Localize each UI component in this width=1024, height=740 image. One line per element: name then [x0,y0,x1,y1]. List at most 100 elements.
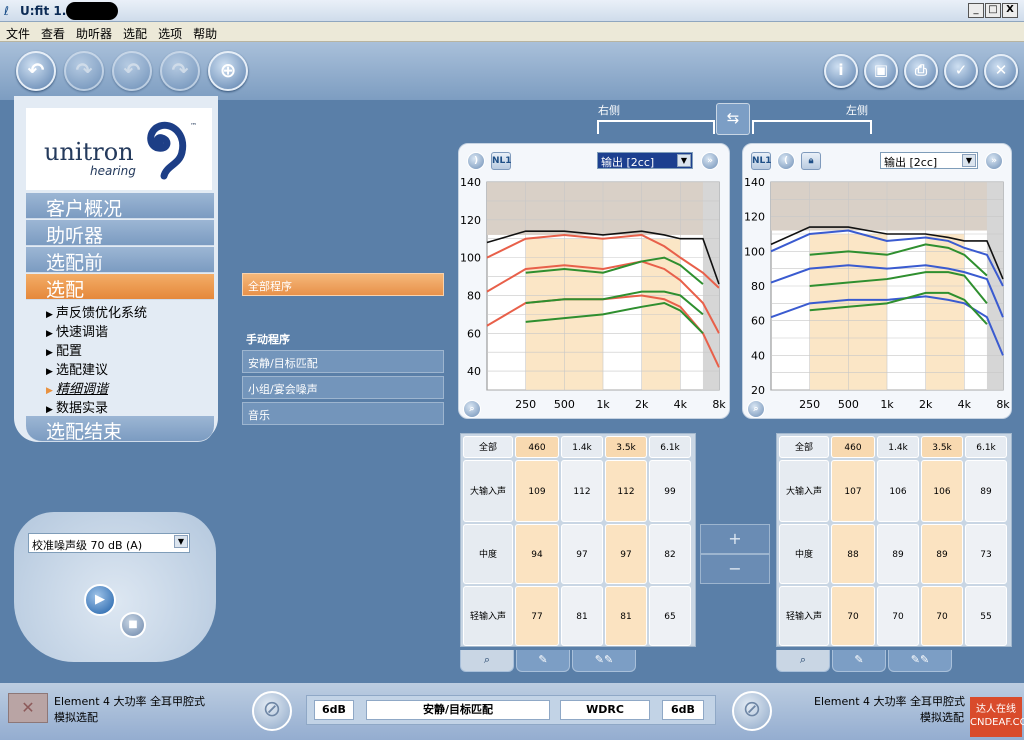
decrease-button[interactable]: − [700,554,770,584]
close-window-button[interactable]: X [1002,3,1018,18]
right-gain-cell[interactable]: 82 [649,524,691,584]
hearing-aid-disconnected-icon[interactable]: ✕ [8,693,48,723]
menu-fitting[interactable]: 选配 [117,22,152,42]
left-row-header[interactable]: 大输入声 [779,460,829,522]
right-row-header[interactable]: 中度 [463,524,513,584]
right-gain-cell[interactable]: 81 [605,586,647,646]
left-col-header[interactable]: 460 [831,436,875,458]
mute-right-button[interactable]: ⊘ [252,691,292,731]
save-button[interactable]: ▣ [864,54,898,88]
left-row-header[interactable]: 中度 [779,524,829,584]
right-row-header[interactable]: 大输入声 [463,460,513,522]
right-col-header[interactable]: 1.4k [561,436,603,458]
right-gain-cell[interactable]: 94 [515,524,559,584]
tab-single-mic-right[interactable]: ✎ [516,650,570,672]
maximize-button[interactable]: □ [985,3,1001,18]
target-button[interactable]: ⊕ [208,51,248,91]
right-ear-icon[interactable]: ) [467,152,485,170]
right-col-header[interactable]: 6.1k [649,436,691,458]
right-row-header[interactable]: 轻输入声 [463,586,513,646]
left-gain-cell[interactable]: 70 [877,586,919,646]
right-zoom-button[interactable]: ⌕ [463,400,481,418]
increase-button[interactable]: + [700,524,770,554]
tab-zoom-left[interactable]: ⌕ [776,650,830,672]
nav-sub-configuration[interactable]: ▶ 配置 [46,340,82,359]
right-header-all[interactable]: 全部 [463,436,513,458]
menu-options[interactable]: 选项 [152,22,187,42]
mute-left-button[interactable]: ⊘ [732,691,772,731]
right-gain-cell[interactable]: 97 [605,524,647,584]
left-zoom-button[interactable]: ⌕ [747,400,765,418]
undo-ear-button[interactable]: ↶ [112,51,152,91]
nav-pre-fitting[interactable]: 选配前 [26,247,214,274]
left-gain-cell[interactable]: 88 [831,524,875,584]
exit-button[interactable]: ✕ [984,54,1018,88]
right-gain-cell[interactable]: 81 [561,586,603,646]
nl1-button-right[interactable]: NL1 [491,152,512,170]
nav-sub-fitting-advice[interactable]: ▶ 选配建议 [46,359,108,378]
left-col-header[interactable]: 1.4k [877,436,919,458]
left-gain-cell[interactable]: 89 [921,524,963,584]
nav-sub-quick-tune[interactable]: ▶ 快速调谐 [46,321,108,340]
print-button[interactable]: ⎙ [904,54,938,88]
right-gain-cell[interactable]: 65 [649,586,691,646]
nav-sub-datalogging[interactable]: ▶ 数据实录 [46,397,108,416]
session-check-button[interactable]: ✓ [944,54,978,88]
left-output-select[interactable]: 输出 [2cc] ▼ [880,152,978,169]
menu-hearing-aid[interactable]: 助听器 [70,22,117,42]
left-expand-button[interactable]: » [985,152,1003,170]
right-col-header[interactable]: 460 [515,436,559,458]
tab-dual-mic-right[interactable]: ✎✎ [572,650,636,672]
left-gain-cell[interactable]: 55 [965,586,1007,646]
program-music[interactable]: 音乐 [242,402,444,425]
noise-level-select[interactable]: 校准噪声级 70 dB (A) ▼ [28,533,190,553]
redo-ear-button[interactable]: ↷ [160,51,200,91]
left-header-all[interactable]: 全部 [779,436,829,458]
left-col-header[interactable]: 6.1k [965,436,1007,458]
program-quiet-target[interactable]: 安静/目标匹配 [242,350,444,373]
right-gain-cell[interactable]: 77 [515,586,559,646]
left-gain-cell[interactable]: 106 [921,460,963,522]
nav-sub-feedback-manager[interactable]: ▶ 声反馈优化系统 [46,302,147,321]
right-expand-button[interactable]: » [701,152,719,170]
left-ear-icon[interactable]: ( [777,152,795,170]
lock-button[interactable]: 🔒︎ [801,152,821,170]
minimize-button[interactable]: _ [968,3,984,18]
left-gain-cell[interactable]: 73 [965,524,1007,584]
tab-zoom-right[interactable]: ⌕ [460,650,514,672]
left-gain-cell[interactable]: 106 [877,460,919,522]
left-gain-cell[interactable]: 89 [965,460,1007,522]
menu-file[interactable]: 文件 [0,22,35,42]
link-sides-button[interactable]: ⇆ [716,103,750,135]
right-gain-cell[interactable]: 97 [561,524,603,584]
info-ear-button[interactable]: i [824,54,858,88]
right-output-select[interactable]: 输出 [2cc] ▼ [597,152,693,169]
menu-view[interactable]: 查看 [35,22,70,42]
undo-button[interactable]: ↶ [16,51,56,91]
stop-noise-button[interactable]: ■ [120,612,146,638]
nav-hearing-aid[interactable]: 助听器 [26,220,214,247]
right-gain-cell[interactable]: 112 [561,460,603,522]
nav-fitting[interactable]: 选配 [26,274,214,301]
left-gain-cell[interactable]: 107 [831,460,875,522]
redo-button[interactable]: ↷ [64,51,104,91]
right-gain-cell[interactable]: 99 [649,460,691,522]
menu-help[interactable]: 帮助 [187,22,222,42]
nav-sub-fine-tuning[interactable]: ▶ 精细调谐 [46,378,108,397]
right-gain-cell[interactable]: 112 [605,460,647,522]
right-col-header[interactable]: 3.5k [605,436,647,458]
left-row-header[interactable]: 轻输入声 [779,586,829,646]
nav-client-overview[interactable]: 客户概况 [26,193,214,220]
left-col-header[interactable]: 3.5k [921,436,963,458]
left-gain-cell[interactable]: 70 [921,586,963,646]
program-group-party[interactable]: 小组/宴会噪声 [242,376,444,399]
left-gain-cell[interactable]: 89 [877,524,919,584]
nl1-button-left[interactable]: NL1 [751,152,772,170]
play-noise-button[interactable]: ▶ [84,584,116,616]
left-gain-cell[interactable]: 70 [831,586,875,646]
right-gain-cell[interactable]: 109 [515,460,559,522]
tab-dual-mic-left[interactable]: ✎✎ [888,650,952,672]
tab-single-mic-left[interactable]: ✎ [832,650,886,672]
program-all[interactable]: 全部程序 [242,273,444,296]
nav-end-fitting[interactable]: 选配结束 [26,416,214,443]
